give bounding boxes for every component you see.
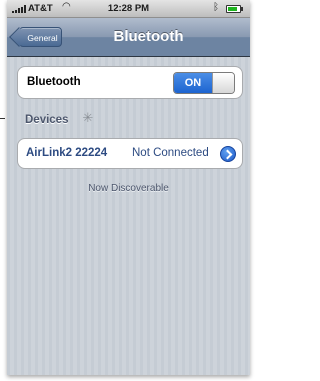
switch-knob[interactable] xyxy=(212,73,234,93)
device-status: Not Connected xyxy=(132,147,209,159)
battery-icon xyxy=(226,5,243,13)
page-title: Bluetooth xyxy=(113,28,184,45)
margin-mark xyxy=(0,118,5,119)
status-bar: AT&T ◠ 12:28 PM ᛒ xyxy=(7,0,250,18)
back-button-label: General xyxy=(27,33,58,43)
navigation-bar: General Bluetooth xyxy=(7,18,250,57)
phone-screen: AT&T ◠ 12:28 PM ᛒ General Bluetooth Blue… xyxy=(7,0,250,375)
pinstripe-background xyxy=(7,56,250,375)
bluetooth-toggle-row: Bluetooth ON xyxy=(17,66,243,99)
device-row[interactable]: AirLink2 22224 Not Connected xyxy=(17,138,243,169)
back-button-general[interactable]: General xyxy=(19,27,62,47)
discoverable-status: Now Discoverable xyxy=(88,183,169,194)
bluetooth-icon: ᛒ xyxy=(213,2,219,13)
devices-section-header: Devices xyxy=(25,114,69,126)
device-name: AirLink2 22224 xyxy=(26,147,108,159)
switch-on-label: ON xyxy=(174,73,212,93)
bluetooth-switch[interactable]: ON xyxy=(173,72,235,94)
loading-spinner-icon: ✳ xyxy=(82,110,94,125)
detail-disclosure-icon[interactable] xyxy=(220,146,236,162)
bluetooth-label: Bluetooth xyxy=(27,76,81,88)
